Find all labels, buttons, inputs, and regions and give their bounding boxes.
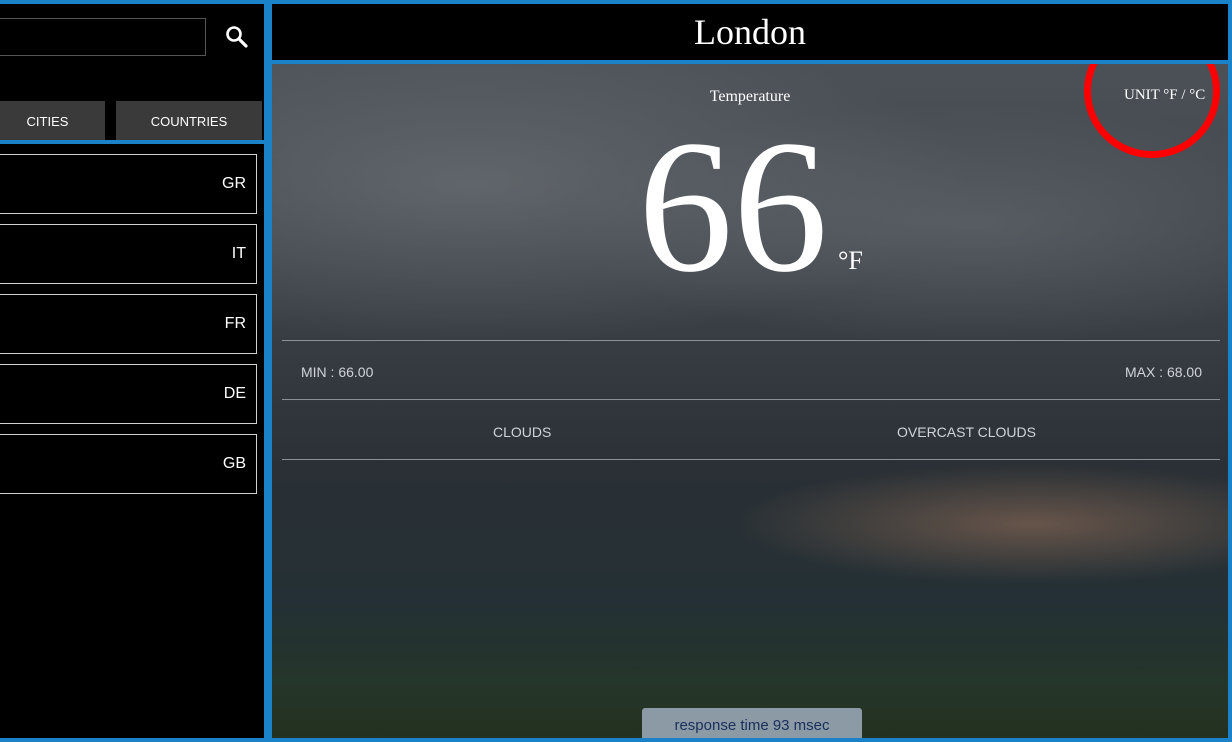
country-list: GR IT FR DE GB <box>0 140 268 742</box>
divider <box>282 340 1220 341</box>
country-code: IT <box>231 245 246 262</box>
divider <box>282 399 1220 400</box>
search-input[interactable] <box>0 18 206 56</box>
country-item-fr[interactable]: FR <box>0 294 257 354</box>
city-header: London <box>268 0 1232 64</box>
max-temperature: MAX : 68.00 <box>1124 364 1202 380</box>
country-code: GB <box>222 455 246 472</box>
tab-countries[interactable]: COUNTRIES <box>116 101 262 142</box>
country-code: FR <box>224 315 246 332</box>
country-code: DE <box>223 385 246 402</box>
temperature-value: 66 <box>638 102 828 312</box>
tab-cities[interactable]: CITIES <box>0 101 105 142</box>
min-temperature: MIN : 66.00 <box>301 364 374 380</box>
sidebar-header: CITIES COUNTRIES <box>0 0 268 144</box>
response-time-badge: response time 93 msec <box>642 708 862 738</box>
divider <box>282 459 1220 460</box>
country-item-de[interactable]: DE <box>0 364 257 424</box>
highlight-circle-annotation <box>1084 64 1220 158</box>
page-title: London <box>694 12 806 52</box>
temperature-unit: °F <box>838 246 863 275</box>
country-item-gr[interactable]: GR <box>0 154 257 214</box>
country-item-gb[interactable]: GB <box>0 434 257 494</box>
search-icon <box>226 26 248 48</box>
country-code: GR <box>222 175 246 192</box>
search-button[interactable] <box>222 22 252 52</box>
condition-description: OVERCAST CLOUDS <box>897 424 1036 440</box>
condition-main: CLOUDS <box>493 424 552 440</box>
country-item-it[interactable]: IT <box>0 224 257 284</box>
weather-panel: Temperature 66 °F UNIT °F / °C MIN : 66.… <box>268 60 1232 742</box>
